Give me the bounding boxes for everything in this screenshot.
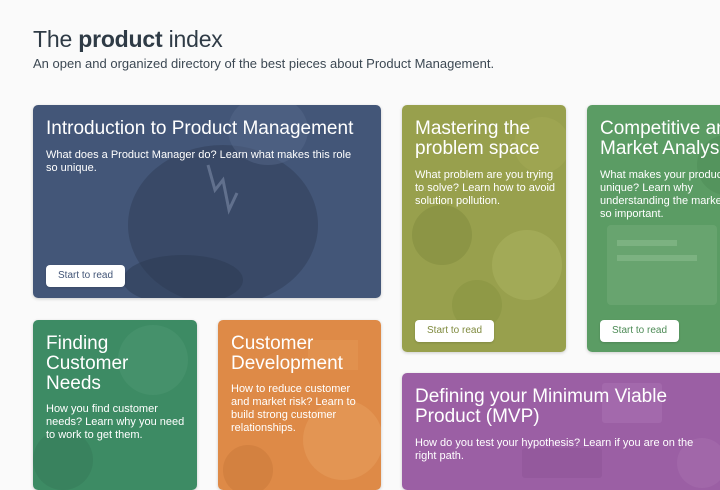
page-subtitle: An open and organized directory of the b…: [33, 56, 495, 71]
card-introduction[interactable]: Introduction to Product Management What …: [33, 105, 381, 298]
card-title: Defining your Minimum Viable Product (MV…: [415, 386, 668, 427]
card-customer-development[interactable]: Customer Development How to reduce custo…: [218, 320, 381, 490]
card-description: How you find customer needs? Learn why y…: [46, 403, 185, 441]
card-title: Competitive and Market Analysis: [600, 118, 720, 159]
card-description: What problem are you trying to solve? Le…: [415, 169, 556, 207]
card-title: Customer Development: [231, 333, 343, 374]
title-suffix: index: [162, 26, 223, 52]
card-finding-customer-needs[interactable]: Finding Customer Needs How you find cust…: [33, 320, 197, 490]
page-title: The product index: [33, 26, 223, 53]
start-to-read-button[interactable]: Start to read: [415, 320, 495, 342]
card-mvp[interactable]: Defining your Minimum Viable Product (MV…: [402, 373, 720, 490]
start-to-read-button[interactable]: Start to read: [46, 265, 126, 287]
card-title: Introduction to Product Management: [46, 118, 354, 139]
card-competitive-analysis[interactable]: Competitive and Market Analysis What mak…: [587, 105, 720, 352]
card-title: Mastering the problem space: [415, 118, 540, 159]
title-prefix: The: [33, 26, 79, 52]
card-problem-space[interactable]: Mastering the problem space What problem…: [402, 105, 566, 352]
card-description: What does a Product Manager do? Learn wh…: [46, 149, 352, 174]
title-bold: product: [78, 26, 163, 52]
card-description: How do you test your hypothesis? Learn i…: [415, 437, 694, 462]
card-description: What makes your product unique? Learn wh…: [600, 169, 720, 220]
card-title: Finding Customer Needs: [46, 333, 129, 394]
card-description: How to reduce customer and market risk? …: [231, 383, 356, 434]
start-to-read-button[interactable]: Start to read: [600, 320, 680, 342]
